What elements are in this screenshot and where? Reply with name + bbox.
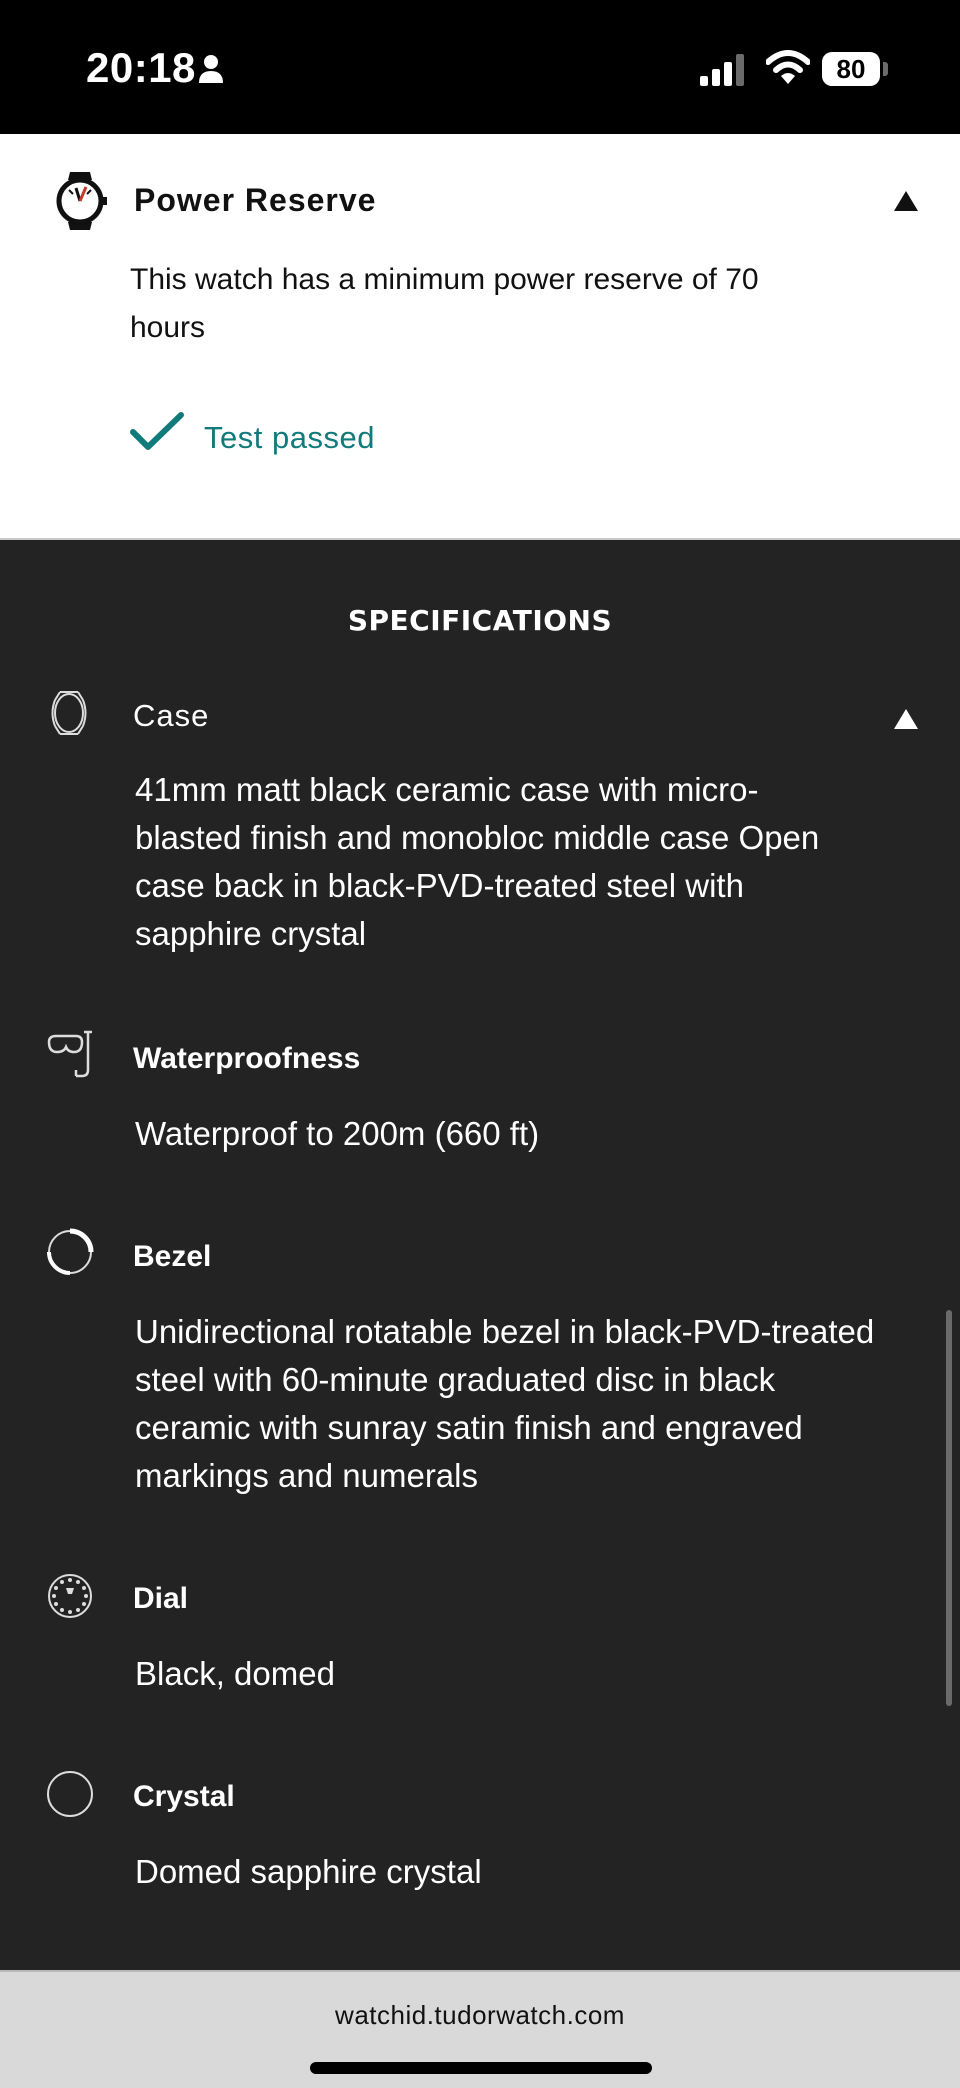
spec-body-case: 41mm matt black ceramic case with micro-… xyxy=(135,771,820,952)
spec-title-case[interactable]: Case xyxy=(133,698,209,734)
watch-power-icon xyxy=(56,172,107,230)
checkmark-icon xyxy=(130,412,184,450)
watch-case-icon xyxy=(51,691,87,735)
spec-title-waterproofness[interactable]: Waterproofness xyxy=(133,1042,360,1076)
diving-mask-icon xyxy=(47,1030,92,1078)
power-reserve-description: This watch has a minimum power reserve o… xyxy=(130,263,759,344)
url-text[interactable]: watchid.tudorwatch.com xyxy=(0,2000,960,2031)
spec-body-bezel: Unidirectional rotatable bezel in black-… xyxy=(135,1313,875,1494)
spec-title-crystal[interactable]: Crystal xyxy=(133,1780,235,1814)
spec-body-waterproofness: Waterproof to 200m (660 ft) xyxy=(135,1115,540,1152)
spec-body-dial: Black, domed xyxy=(135,1655,335,1692)
power-reserve-title: Power Reserve xyxy=(134,182,377,218)
signal-icon xyxy=(700,54,744,86)
scrollbar[interactable] xyxy=(946,1310,952,1706)
spec-title-bezel[interactable]: Bezel xyxy=(133,1240,211,1274)
battery-cap xyxy=(883,62,888,76)
dial-icon xyxy=(48,1574,92,1618)
battery-indicator: 80 xyxy=(822,52,880,86)
home-indicator[interactable] xyxy=(310,2062,652,2074)
spec-title-dial[interactable]: Dial xyxy=(133,1582,188,1616)
status-time: 20:18 xyxy=(86,44,196,91)
person-icon xyxy=(199,55,223,83)
specifications-heading: SPECIFICATIONS xyxy=(347,604,613,637)
test-status: Test passed xyxy=(204,420,375,455)
browser-url-bar[interactable]: watchid.tudorwatch.com xyxy=(0,1970,960,2088)
spec-body-crystal: Domed sapphire crystal xyxy=(135,1853,482,1890)
collapse-arrow-icon[interactable] xyxy=(893,708,919,730)
wifi-icon xyxy=(766,50,810,84)
status-bar: 20:18 80 xyxy=(0,0,960,134)
crystal-icon xyxy=(47,1771,93,1817)
collapse-arrow-icon[interactable] xyxy=(893,190,919,212)
power-reserve-card: Power Reserve This watch has a minimum p… xyxy=(0,134,960,540)
bezel-icon xyxy=(47,1228,94,1275)
